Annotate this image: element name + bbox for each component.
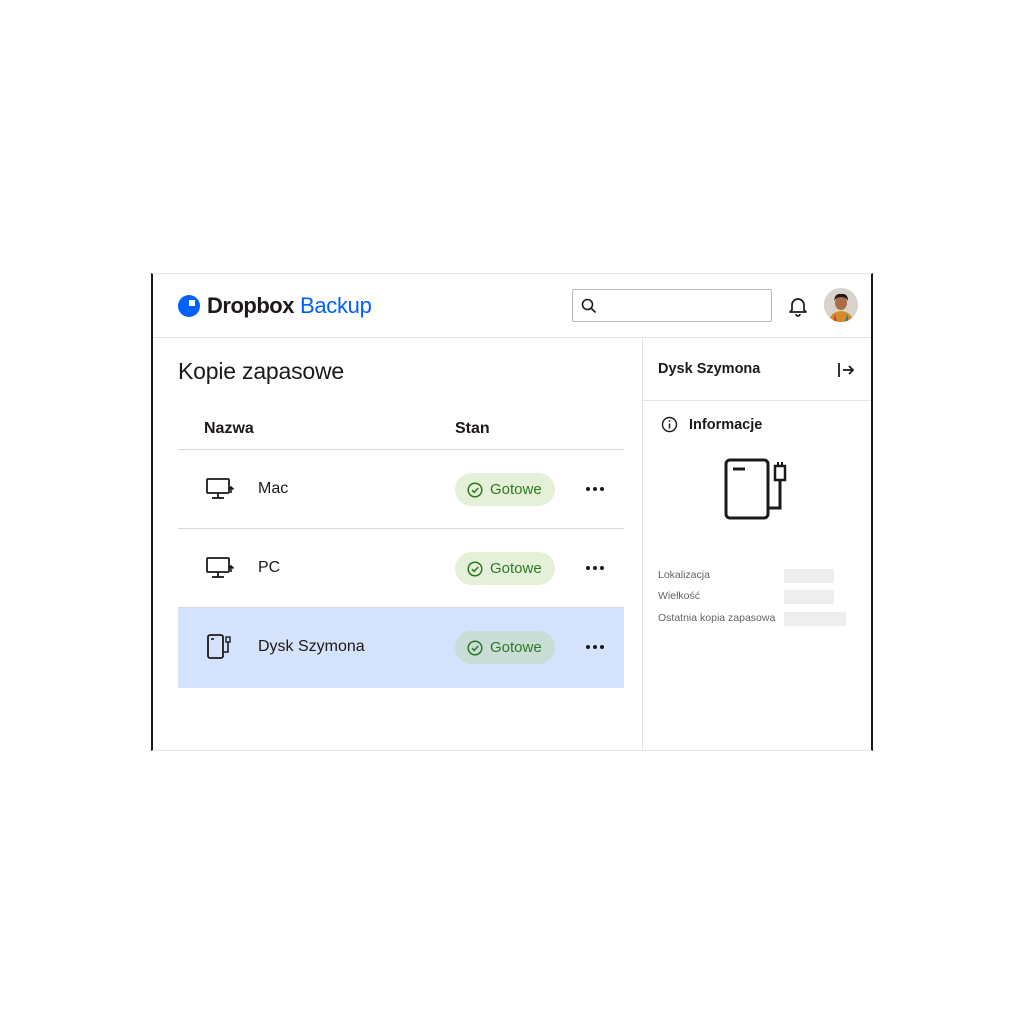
status-label: Gotowe <box>490 560 542 577</box>
external-drive-icon <box>207 634 231 659</box>
detail-value-location <box>784 569 834 583</box>
avatar-photo <box>824 288 858 322</box>
info-section-label: Informacje <box>689 416 763 433</box>
detail-label-size: Wielkość <box>658 590 701 602</box>
more-options-icon[interactable] <box>584 636 606 658</box>
panel-title: Dysk Szymona <box>658 361 761 377</box>
app-window: Dropbox Backup Kopie zapasowe Nazwa Stan… <box>151 273 873 751</box>
collapse-panel-icon[interactable] <box>836 360 856 380</box>
search-icon <box>581 298 597 314</box>
backups-main: Kopie zapasowe Nazwa Stan Mac Gotowe PC … <box>153 338 642 750</box>
page-title: Kopie zapasowe <box>178 358 344 384</box>
status-label: Gotowe <box>490 481 542 498</box>
row-name: Dysk Szymona <box>258 638 365 655</box>
brand-name: Dropbox <box>207 293 294 318</box>
details-panel: Dysk Szymona Informacje Lokalizacja Wiel… <box>642 338 871 750</box>
status-badge: Gotowe <box>455 473 555 506</box>
more-options-icon[interactable] <box>584 478 606 500</box>
column-header-name[interactable]: Nazwa <box>204 420 254 438</box>
detail-label-location: Lokalizacja <box>658 569 710 581</box>
monitor-backup-icon <box>206 478 235 499</box>
check-circle-icon <box>467 560 483 577</box>
table-row-selected[interactable]: Dysk Szymona Gotowe <box>178 608 624 688</box>
brand-product: Backup <box>299 293 372 318</box>
search-input[interactable] <box>603 294 763 316</box>
row-name: Mac <box>258 480 289 497</box>
dropbox-logo-icon <box>178 295 200 317</box>
column-header-status[interactable]: Stan <box>455 420 490 438</box>
monitor-backup-icon <box>206 557 235 578</box>
dropbox-backup-logo[interactable]: Dropbox Backup <box>177 293 372 319</box>
table-header: Nazwa Stan <box>178 412 624 450</box>
info-icon <box>661 416 678 433</box>
top-bar: Dropbox Backup <box>153 274 871 338</box>
check-circle-icon <box>467 481 483 498</box>
table-row[interactable]: Mac Gotowe <box>178 450 624 529</box>
search-box[interactable] <box>572 289 772 322</box>
detail-value-last-backup <box>784 612 846 626</box>
avatar[interactable] <box>824 288 858 322</box>
more-options-icon[interactable] <box>584 557 606 579</box>
check-circle-icon <box>467 639 483 656</box>
detail-value-size <box>784 590 834 604</box>
bell-icon[interactable] <box>787 295 809 317</box>
status-badge: Gotowe <box>455 552 555 585</box>
detail-label-last-backup: Ostatnia kopia zapasowa <box>658 612 776 624</box>
external-drive-icon <box>724 458 787 520</box>
panel-header: Dysk Szymona <box>643 338 871 401</box>
row-name: PC <box>258 559 281 576</box>
status-badge: Gotowe <box>455 631 555 664</box>
table-row[interactable]: PC Gotowe <box>178 529 624 608</box>
status-label: Gotowe <box>490 639 542 656</box>
info-section-header: Informacje <box>661 416 762 433</box>
